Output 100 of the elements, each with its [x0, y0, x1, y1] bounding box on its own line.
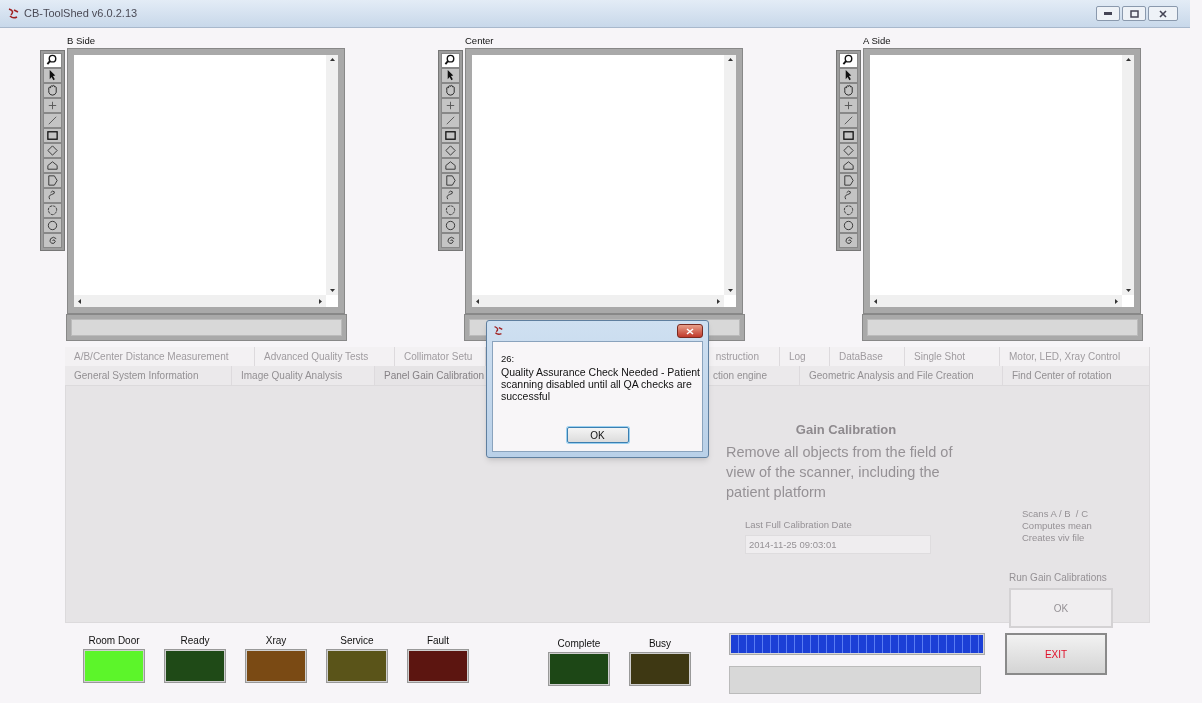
hand-tool-button[interactable] [43, 83, 62, 98]
crosshair-tool-button[interactable] [43, 98, 62, 113]
minimize-icon [1104, 12, 1112, 15]
hand-tool-button[interactable] [441, 83, 460, 98]
polygon-tool-button[interactable] [441, 158, 460, 173]
ok-button[interactable]: OK [566, 427, 629, 443]
tab[interactable]: Advanced Quality Tests [255, 347, 395, 366]
polygon-tool-button[interactable] [839, 158, 858, 173]
tab[interactable]: DataBase [830, 347, 905, 366]
field-label: Last Full Calibration Date [745, 517, 853, 532]
scroll-left-icon [78, 298, 81, 304]
close-button[interactable] [1148, 6, 1178, 21]
section-title: Gain Calibration [795, 421, 897, 439]
close-icon [1159, 9, 1167, 18]
spiral-icon [444, 234, 457, 247]
pentagon-tool-button[interactable] [839, 173, 858, 188]
rectangle-tool-button[interactable] [441, 128, 460, 143]
line-icon [444, 114, 457, 127]
scroll-right-icon [319, 298, 322, 304]
freehand-tool-button[interactable] [839, 188, 858, 203]
indicator-label: Room Door [88, 634, 140, 647]
close-button[interactable] [677, 324, 703, 338]
vertical-scrollbar[interactable] [1122, 55, 1134, 295]
tab[interactable]: Find Center of rotation [1003, 366, 1150, 385]
window-title: CB-ToolShed v6.0.2.13 [24, 6, 138, 22]
pentagon-tool-button[interactable] [441, 173, 460, 188]
crosshair-tool-button[interactable] [839, 98, 858, 113]
horizontal-scrollbar[interactable] [74, 295, 326, 307]
app-icon [492, 325, 504, 337]
blob-tool-button[interactable] [839, 203, 858, 218]
circle-tool-button[interactable] [43, 218, 62, 233]
panel-label: Center [465, 35, 494, 47]
hand-icon [46, 84, 59, 97]
vertical-scrollbar[interactable] [724, 55, 736, 295]
scroll-up-icon [1125, 58, 1131, 61]
note-text: Computes mean [1022, 520, 1093, 532]
horizontal-scrollbar[interactable] [472, 295, 724, 307]
tab[interactable]: A/B/Center Distance Measurement [65, 347, 255, 366]
crosshair-tool-button[interactable] [441, 98, 460, 113]
blob-tool-button[interactable] [43, 203, 62, 218]
tab[interactable]: Geometric Analysis and File Creation [800, 366, 1003, 385]
polygon-tool-button[interactable] [43, 158, 62, 173]
scroll-down-icon [329, 289, 335, 292]
tab[interactable]: General System Information [65, 366, 232, 385]
spiral-tool-button[interactable] [441, 233, 460, 248]
spiral-icon [46, 234, 59, 247]
pentagon-tool-button[interactable] [43, 173, 62, 188]
rectangle-icon [444, 129, 457, 142]
maximize-button[interactable] [1122, 6, 1146, 21]
tab[interactable]: Image Quality Analysis [232, 366, 375, 385]
hand-tool-button[interactable] [839, 83, 858, 98]
scroll-down-icon [727, 289, 733, 292]
diamond-icon [444, 144, 457, 157]
tab[interactable]: Single Shot [905, 347, 1000, 366]
line-tool-button[interactable] [839, 113, 858, 128]
line-tool-button[interactable] [441, 113, 460, 128]
message-code: 26: [501, 352, 515, 366]
hand-icon [444, 84, 457, 97]
polygon-icon [444, 159, 457, 172]
indicator-label: Xray [265, 634, 287, 647]
crosshair-icon [444, 99, 457, 112]
circle-tool-button[interactable] [839, 218, 858, 233]
rectangle-tool-button[interactable] [839, 128, 858, 143]
scroll-left-icon [874, 298, 877, 304]
circle-tool-button[interactable] [441, 218, 460, 233]
freehand-tool-button[interactable] [43, 188, 62, 203]
polygon-icon [46, 159, 59, 172]
blob-tool-button[interactable] [441, 203, 460, 218]
tab[interactable]: Log [780, 347, 830, 366]
spiral-tool-button[interactable] [839, 233, 858, 248]
pointer-tool-button[interactable] [43, 68, 62, 83]
spiral-tool-button[interactable] [43, 233, 62, 248]
rectangle-tool-button[interactable] [43, 128, 62, 143]
pointer-tool-button[interactable] [441, 68, 460, 83]
freehand-tool-button[interactable] [441, 188, 460, 203]
magnifier-tool-button[interactable] [839, 53, 858, 68]
minimize-button[interactable] [1096, 6, 1120, 21]
panel-label: B Side [67, 35, 95, 47]
polygon-icon [842, 159, 855, 172]
line-icon [842, 114, 855, 127]
pentagon-icon [46, 174, 59, 187]
magnifier-tool-button[interactable] [43, 53, 62, 68]
tab[interactable]: Motor, LED, Xray Control [1000, 347, 1150, 366]
line-tool-button[interactable] [43, 113, 62, 128]
exit-button[interactable]: EXIT [1005, 633, 1107, 675]
spiral-icon [842, 234, 855, 247]
crosshair-icon [46, 99, 59, 112]
crosshair-icon [842, 99, 855, 112]
maximize-icon [1129, 9, 1139, 18]
magnifier-tool-button[interactable] [441, 53, 460, 68]
indicator-label: Busy [648, 637, 672, 650]
vertical-scrollbar[interactable] [326, 55, 338, 295]
horizontal-scrollbar[interactable] [870, 295, 1122, 307]
blob-icon [842, 204, 855, 217]
close-icon [686, 327, 694, 335]
pentagon-icon [444, 174, 457, 187]
pointer-tool-button[interactable] [839, 68, 858, 83]
pentagon-icon [842, 174, 855, 187]
line-icon [46, 114, 59, 127]
tab[interactable]: Collimator Setu [395, 347, 486, 366]
